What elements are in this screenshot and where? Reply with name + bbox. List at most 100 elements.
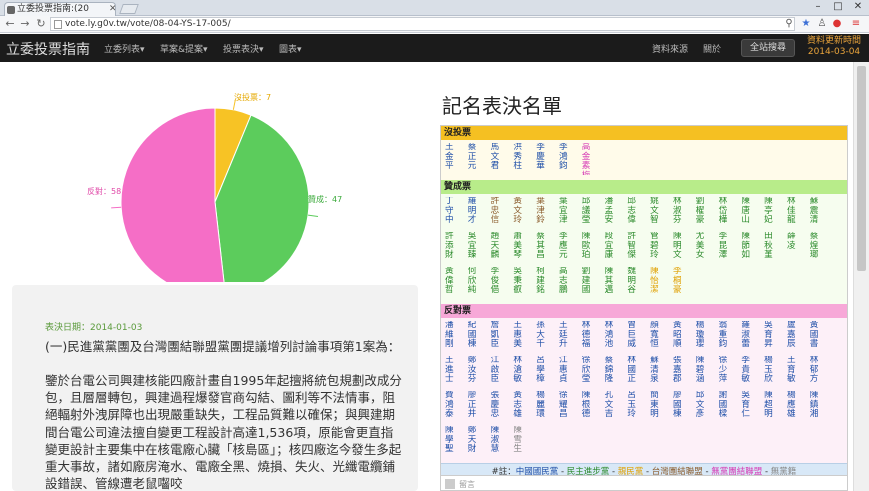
nav-charts-menu[interactable]: 圖表▾ — [279, 42, 302, 55]
legislator-name-link[interactable]: 羅淑蕾 — [740, 321, 763, 353]
legislator-name-link[interactable]: 盧嘉辰 — [786, 321, 809, 353]
site-search-button[interactable]: 全站搜尋 — [741, 39, 795, 57]
legislator-name-link[interactable]: 曾巨威 — [626, 321, 649, 353]
legislator-name-link[interactable]: 簡東明 — [649, 391, 672, 423]
legislator-name-link[interactable]: 李慶華 — [535, 143, 558, 175]
legislator-name-link[interactable]: 蔡錦隆 — [604, 356, 627, 388]
close-window-icon[interactable]: ✕ — [848, 0, 868, 14]
legislator-name-link[interactable]: 陳亭妃 — [763, 197, 786, 229]
legislator-name-link[interactable]: 陳超明 — [763, 391, 786, 423]
legislator-name-link[interactable]: 尤美女 — [695, 232, 718, 264]
legislator-name-link[interactable]: 詹凱臣 — [490, 321, 513, 353]
legislator-name-link[interactable]: 吳育昇 — [763, 321, 786, 353]
legislator-name-link[interactable]: 陳根德 — [581, 391, 604, 423]
legislator-name-link[interactable]: 徐少萍 — [718, 356, 741, 388]
legislator-name-link[interactable]: 馬文君 — [490, 143, 513, 175]
legislator-name-link[interactable]: 丁守中 — [444, 197, 467, 229]
legislator-name-link[interactable]: 潘孟安 — [604, 197, 627, 229]
legislator-name-link[interactable]: 蕭美琴 — [512, 232, 535, 264]
legislator-name-link[interactable]: 劉建國 — [581, 267, 604, 299]
nav-about-link[interactable]: 關於 — [703, 42, 721, 55]
legislator-name-link[interactable]: 陳其邁 — [604, 267, 627, 299]
legislator-name-link[interactable]: 徐欣瑩 — [581, 356, 604, 388]
reload-icon[interactable]: ↻ — [34, 17, 48, 31]
legislator-name-link[interactable]: 邱志偉 — [626, 197, 649, 229]
legislator-name-link[interactable]: 趙天麟 — [490, 232, 513, 264]
legislator-name-link[interactable]: 高金素梅 — [581, 143, 604, 175]
legislator-name-link[interactable]: 林岱樺 — [718, 197, 741, 229]
zoom-icon[interactable]: ⚲ — [782, 17, 796, 31]
legislator-name-link[interactable]: 李鴻鈞 — [558, 143, 581, 175]
legislator-name-link[interactable]: 姚文智 — [649, 197, 672, 229]
legislator-name-link[interactable]: 許添財 — [444, 232, 467, 264]
legislator-name-link[interactable]: 張嘉郡 — [672, 356, 695, 388]
nav-votes-menu[interactable]: 投票表決▾ — [223, 42, 264, 55]
legislator-name-link[interactable]: 呂學樟 — [535, 356, 558, 388]
legislator-name-link[interactable]: 謝國樑 — [718, 391, 741, 423]
legislator-name-link[interactable]: 黃偉哲 — [444, 267, 467, 299]
scrollbar-thumb[interactable] — [857, 66, 866, 271]
legislator-name-link[interactable]: 柯建銘 — [535, 267, 558, 299]
legislator-name-link[interactable]: 陳鎮湘 — [809, 391, 832, 423]
legislator-name-link[interactable]: 李應元 — [558, 232, 581, 264]
legislator-name-link[interactable]: 陳碧涵 — [695, 356, 718, 388]
legislator-name-link[interactable]: 翁重鈞 — [718, 321, 741, 353]
legislator-name-link[interactable]: 林佳龍 — [786, 197, 809, 229]
legislator-name-link[interactable]: 潘維剛 — [444, 321, 467, 353]
legislator-name-link[interactable]: 陳淑慧 — [490, 426, 513, 458]
legislator-name-link[interactable]: 魏明谷 — [626, 267, 649, 299]
legislator-name-link[interactable]: 何欣純 — [467, 267, 490, 299]
legislator-name-link[interactable]: 徐耀昌 — [558, 391, 581, 423]
forward-arrow-icon[interactable]: → — [18, 17, 32, 31]
legislator-name-link[interactable]: 段宜康 — [604, 232, 627, 264]
nav-bills-menu[interactable]: 草案&提案▾ — [160, 42, 208, 55]
legislator-name-link[interactable]: 蔡正元 — [467, 143, 490, 175]
legislator-name-link[interactable]: 王育敏 — [786, 356, 809, 388]
legislator-name-link[interactable]: 林鴻池 — [604, 321, 627, 353]
legislator-name-link[interactable]: 林郁方 — [809, 356, 832, 388]
legislator-name-link[interactable]: 孔文吉 — [604, 391, 627, 423]
legislator-name-link[interactable]: 田秋堇 — [763, 232, 786, 264]
legislator-name-link[interactable]: 廖國棟 — [672, 391, 695, 423]
legislator-name-link[interactable]: 江惠貞 — [558, 356, 581, 388]
legislator-name-link[interactable]: 張慶忠 — [490, 391, 513, 423]
pie-slice-2[interactable] — [120, 107, 227, 297]
comment-box[interactable]: 留言 — [440, 475, 848, 491]
legislator-name-link[interactable]: 邱文彥 — [695, 391, 718, 423]
site-brand[interactable]: 立委投票指南 — [6, 39, 90, 59]
legislator-name-link[interactable]: 王進士 — [444, 356, 467, 388]
maximize-window-icon[interactable]: □ — [828, 0, 848, 14]
legislator-name-link[interactable]: 楊瓊瓔 — [695, 321, 718, 353]
legislator-name-link[interactable]: 蘇震清 — [809, 197, 832, 229]
legislator-name-link[interactable]: 林德福 — [581, 321, 604, 353]
close-tab-icon[interactable]: ✕ — [109, 3, 115, 16]
legislator-name-link[interactable]: 陳雪生 — [512, 426, 535, 458]
legislator-name-link[interactable]: 林國正 — [626, 356, 649, 388]
legislator-name-link[interactable]: 王惠美 — [512, 321, 535, 353]
legislator-name-link[interactable]: 蔡其昌 — [535, 232, 558, 264]
legislator-name-link[interactable]: 鄭汝芬 — [467, 356, 490, 388]
legislator-name-link[interactable]: 李昆澤 — [718, 232, 741, 264]
legislator-name-link[interactable]: 顏寬恒 — [649, 321, 672, 353]
menu-icon[interactable]: ≡ — [849, 17, 863, 31]
legislator-name-link[interactable]: 羅明才 — [467, 197, 490, 229]
extension-icon[interactable]: ♙ — [815, 17, 829, 31]
legislator-name-link[interactable]: 管碧玲 — [649, 232, 672, 264]
legislator-name-link[interactable]: 陳唐山 — [740, 197, 763, 229]
legislator-name-link[interactable]: 楊麗環 — [535, 391, 558, 423]
legislator-name-link[interactable]: 呂玉玲 — [626, 391, 649, 423]
legislator-name-link[interactable]: 廖正井 — [467, 391, 490, 423]
legislator-name-link[interactable]: 洪秀柱 — [512, 143, 535, 175]
browser-tab[interactable]: 立委投票指南:(20 ✕ — [4, 2, 116, 16]
legislator-name-link[interactable]: 陳歐珀 — [581, 232, 604, 264]
minimize-window-icon[interactable]: – — [808, 0, 828, 14]
legislator-name-link[interactable]: 劉櫂豪 — [695, 197, 718, 229]
legislator-name-link[interactable]: 陳明文 — [672, 232, 695, 264]
bookmark-star-icon[interactable]: ★ — [799, 17, 813, 31]
back-arrow-icon[interactable]: ← — [3, 17, 17, 31]
legislator-name-link[interactable]: 高志鵬 — [558, 267, 581, 299]
legislator-name-link[interactable]: 紀國棟 — [467, 321, 490, 353]
legislator-name-link[interactable]: 鄭天財 — [467, 426, 490, 458]
legislator-name-link[interactable]: 王金平 — [444, 143, 467, 175]
legislator-name-link[interactable]: 費鴻泰 — [444, 391, 467, 423]
